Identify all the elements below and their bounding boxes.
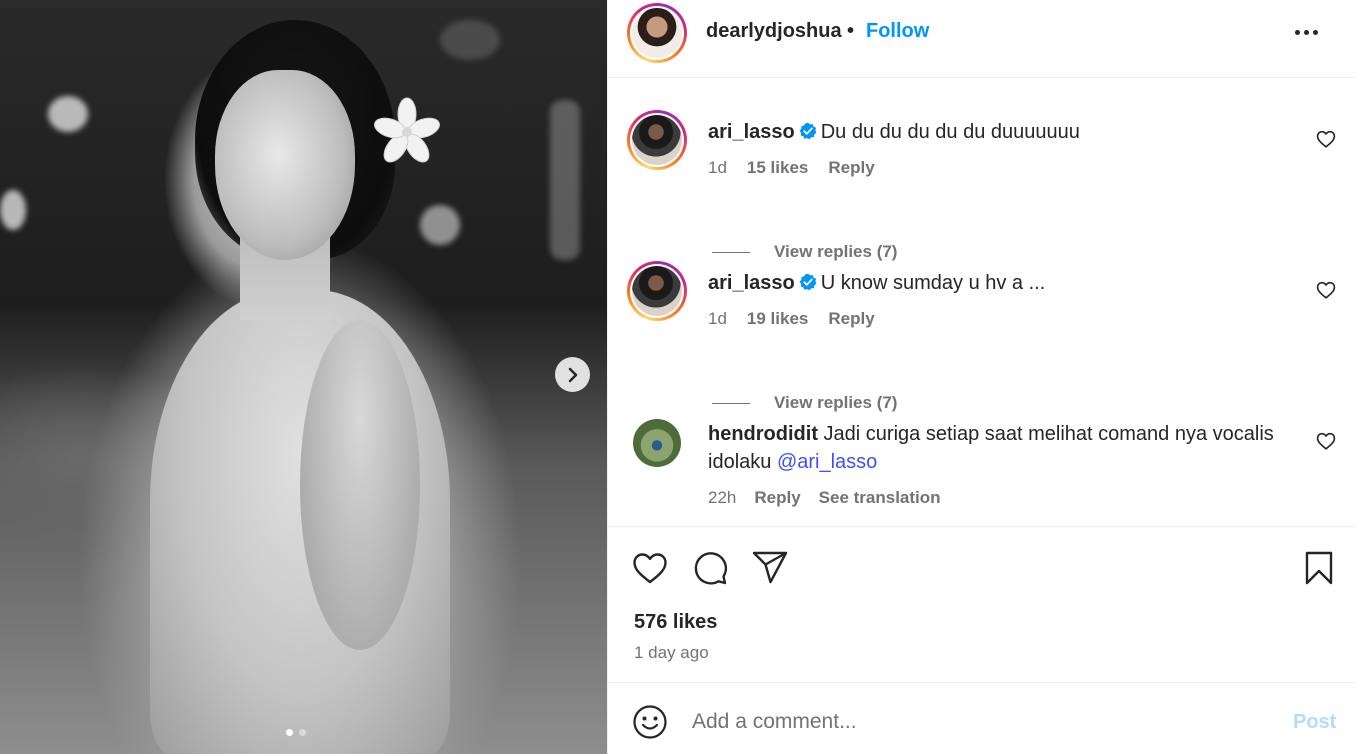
post-time[interactable]: 1 day ago: [634, 643, 709, 663]
likes-count[interactable]: 576 likes: [634, 611, 717, 634]
heart-icon[interactable]: [1315, 430, 1337, 452]
reply-button[interactable]: Reply: [828, 158, 874, 178]
commenter-avatar[interactable]: [633, 419, 681, 467]
comment-meta: 22h Reply See translation: [708, 488, 941, 508]
comment-bubble-icon[interactable]: [691, 549, 729, 587]
verified-badge-icon: [799, 122, 817, 140]
comment-age[interactable]: 1d: [708, 309, 727, 329]
mention-link[interactable]: @ari_lasso: [777, 451, 877, 473]
bokeh-light: [440, 20, 500, 60]
comment-body: hendrodidit Jadi curiga setiap saat meli…: [708, 420, 1308, 476]
comment-age[interactable]: 22h: [708, 488, 736, 508]
bokeh-light: [48, 96, 88, 132]
author-avatar[interactable]: [627, 3, 687, 63]
verified-badge-icon: [799, 273, 817, 291]
avatar: [632, 8, 682, 58]
carousel-dots: [286, 729, 306, 736]
separator-dot: •: [847, 20, 855, 42]
share-send-icon[interactable]: [751, 549, 789, 587]
author-username[interactable]: dearlydjoshua: [706, 20, 842, 43]
add-comment-input[interactable]: [692, 705, 1252, 739]
chevron-right-icon: [568, 367, 577, 382]
commenter-avatar[interactable]: [627, 110, 687, 170]
avatar: [632, 266, 682, 316]
view-replies-button[interactable]: View replies (7): [712, 242, 897, 262]
comment-body: ari_lasso Du du du du du du duuuuuuu: [708, 118, 1308, 146]
post-header: dearlydjoshua • Follow: [608, 0, 1355, 78]
carousel-dot: [299, 729, 306, 736]
view-replies-label: View replies (7): [774, 242, 898, 261]
arm: [300, 320, 420, 650]
next-photo-button[interactable]: [555, 357, 590, 392]
post-photo: [0, 0, 607, 754]
comment-likes[interactable]: 15 likes: [747, 158, 808, 178]
carousel-dot-active: [286, 729, 293, 736]
bokeh-light: [550, 100, 580, 260]
avatar: [632, 115, 682, 165]
reply-button[interactable]: Reply: [754, 488, 800, 508]
comment-body: ari_lasso U know sumday u hv a ...: [708, 269, 1308, 297]
more-dot: [1303, 29, 1309, 35]
bokeh-light: [0, 190, 26, 230]
follow-button[interactable]: Follow: [866, 20, 929, 43]
comment-meta: 1d 15 likes Reply: [708, 158, 875, 178]
more-dot: [1294, 29, 1300, 35]
comment-likes[interactable]: 19 likes: [747, 309, 808, 329]
more-dot: [1312, 29, 1318, 35]
bookmark-icon[interactable]: [1300, 549, 1338, 587]
replies-divider: [712, 251, 750, 253]
bokeh-light: [420, 205, 460, 245]
comment-text: Du du du du du du duuuuuuu: [820, 121, 1080, 143]
more-options-button[interactable]: [1288, 18, 1324, 46]
comment-text: U know sumday u hv a ...: [820, 272, 1046, 294]
like-heart-icon[interactable]: [631, 549, 669, 587]
see-translation-button[interactable]: See translation: [819, 488, 941, 508]
face: [215, 70, 355, 260]
comment-username[interactable]: ari_lasso: [708, 121, 795, 143]
post-actions: 576 likes 1 day ago: [608, 526, 1355, 682]
commenter-avatar[interactable]: [627, 261, 687, 321]
emoji-icon[interactable]: [632, 704, 668, 740]
replies-divider: [712, 402, 750, 404]
reply-button[interactable]: Reply: [828, 309, 874, 329]
post-side-panel: dearlydjoshua • Follow ari_lasso Du du du…: [607, 0, 1355, 754]
comment-username[interactable]: ari_lasso: [708, 272, 795, 294]
view-replies-label: View replies (7): [774, 393, 898, 412]
heart-icon[interactable]: [1315, 279, 1337, 301]
comment-age[interactable]: 1d: [708, 158, 727, 178]
comments-list[interactable]: ari_lasso Du du du du du du duuuuuuu 1d 1…: [608, 78, 1355, 526]
comment-meta: 1d 19 likes Reply: [708, 309, 875, 329]
comment-username[interactable]: hendrodidit: [708, 423, 818, 445]
flower-icon: [374, 97, 440, 163]
comment-composer: Post: [608, 682, 1355, 754]
post-comment-button[interactable]: Post: [1293, 711, 1336, 734]
heart-icon[interactable]: [1315, 128, 1337, 150]
view-replies-button[interactable]: View replies (7): [712, 393, 897, 413]
